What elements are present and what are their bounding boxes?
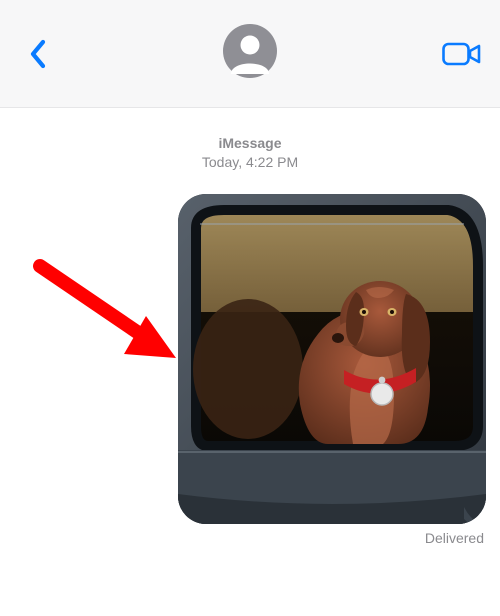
person-icon bbox=[223, 24, 277, 78]
date-label: Today, bbox=[202, 154, 242, 170]
conversation-header bbox=[0, 0, 500, 108]
message-thread: iMessage Today, 4:22 PM bbox=[0, 108, 500, 616]
service-label: iMessage bbox=[0, 134, 500, 153]
delivery-status: Delivered bbox=[0, 524, 500, 546]
bubble-tail-icon bbox=[464, 507, 486, 524]
facetime-button[interactable] bbox=[440, 32, 484, 76]
chevron-left-icon bbox=[29, 39, 47, 69]
contact-avatar[interactable] bbox=[223, 24, 277, 78]
video-camera-icon bbox=[442, 41, 482, 67]
timestamp-header: iMessage Today, 4:22 PM bbox=[0, 134, 500, 172]
photo-dog-in-car-icon bbox=[178, 194, 486, 524]
back-button[interactable] bbox=[16, 32, 60, 76]
outgoing-message-row bbox=[0, 172, 500, 524]
time-label: 4:22 PM bbox=[246, 154, 298, 170]
message-photo-attachment[interactable] bbox=[178, 194, 486, 524]
